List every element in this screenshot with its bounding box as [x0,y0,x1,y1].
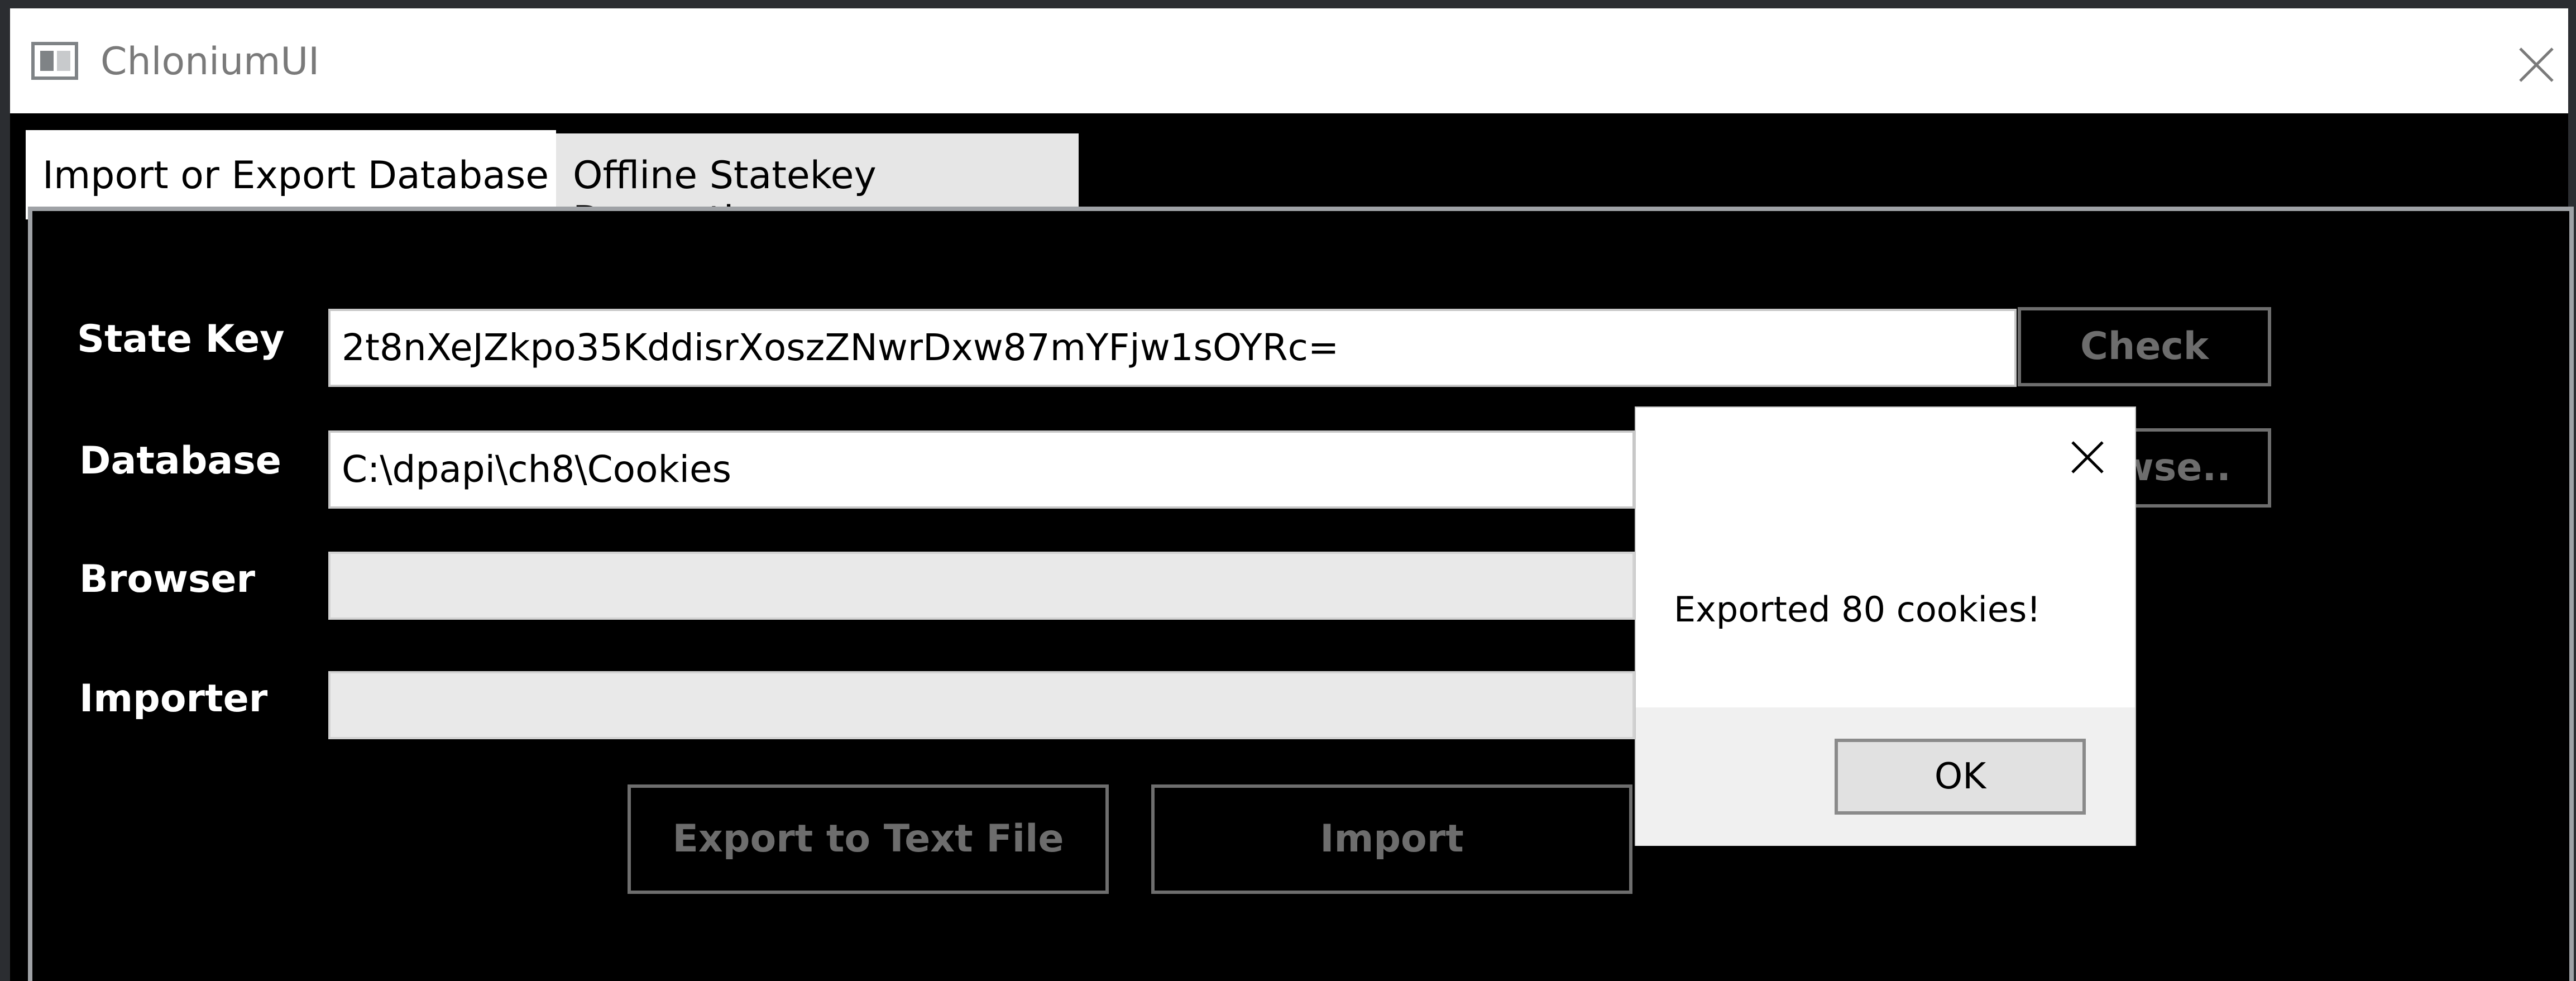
title-bar: ChloniumUI [10,8,2568,113]
dialog-close-icon[interactable] [2068,438,2107,477]
importer-label: Importer [79,677,268,721]
importer-select[interactable] [328,671,1635,739]
chlonium-window: ChloniumUI Offline Statekey Decryption I… [10,8,2574,981]
database-label: Database [79,439,281,483]
app-window-icon [31,42,78,80]
message-dialog: Exported 80 cookies! OK [1635,406,2136,846]
state-key-input[interactable]: 2t8nXeJZkpo35KddisrXoszZNwrDxw87mYFjw1sO… [328,309,2017,387]
state-key-label: State Key [77,317,285,361]
ok-button[interactable]: OK [1835,739,2086,815]
tab-offline-statekey-decryption[interactable]: Offline Statekey Decryption [556,133,1079,242]
window-title: ChloniumUI [100,40,320,84]
check-button[interactable]: Check [2018,307,2271,386]
dialog-message: Exported 80 cookies! [1674,589,2041,630]
browser-label: Browser [79,557,256,601]
tab-label: Import or Export Database [42,154,549,198]
export-to-text-file-button[interactable]: Export to Text File [628,784,1109,894]
database-input[interactable]: C:\dpapi\ch8\Cookies [328,430,1635,509]
dialog-footer: OK [1636,707,2135,846]
tab-import-export-database[interactable]: Import or Export Database [26,130,556,219]
app-icon-left-pane [40,51,54,71]
app-icon-right-pane [57,51,70,71]
browser-select[interactable] [328,552,1635,620]
import-button[interactable]: Import [1151,784,1632,894]
close-icon[interactable] [2512,41,2560,89]
